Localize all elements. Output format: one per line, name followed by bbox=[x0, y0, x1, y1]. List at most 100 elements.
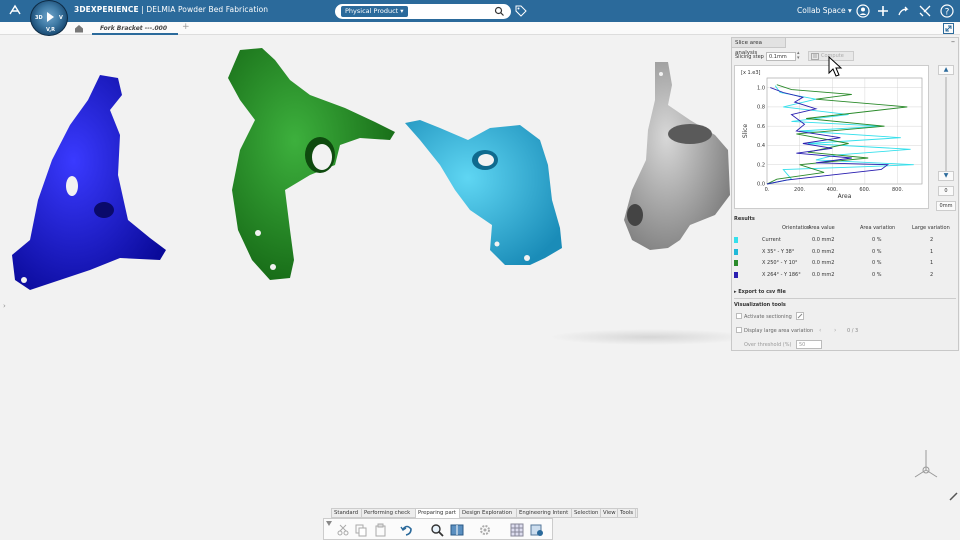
blue-part-hole bbox=[21, 277, 27, 283]
tab-fork-bracket[interactable]: Fork Bracket ---.000 bbox=[92, 23, 178, 35]
scroll-up-button[interactable]: ▲ bbox=[938, 65, 954, 75]
results-row[interactable]: Current 0.0 mm2 0 % 2 bbox=[734, 235, 956, 245]
x-axis-label: Area bbox=[838, 193, 852, 200]
action-tab-engineering-intent[interactable]: Engineering Intent bbox=[517, 509, 572, 518]
action-bar bbox=[323, 518, 553, 540]
results-label: Results bbox=[734, 216, 755, 222]
action-tab-standard[interactable]: Standard bbox=[332, 509, 362, 518]
tag-icon[interactable] bbox=[515, 5, 527, 17]
mouse-cursor-icon bbox=[828, 56, 843, 77]
blue-part-hole bbox=[66, 176, 78, 196]
add-icon[interactable] bbox=[876, 4, 890, 18]
compass-widget[interactable]: 3D V V,R bbox=[30, 0, 68, 36]
scroll-value[interactable]: 0 bbox=[938, 186, 954, 196]
next-variation-button[interactable]: › bbox=[834, 327, 836, 334]
slice-area-analysis-panel: Slice area analysis – Slicing step 0.1mm… bbox=[731, 37, 959, 351]
collab-space-selector[interactable]: Collab Space ▾ bbox=[797, 6, 852, 15]
panel-title: Slice area analysis bbox=[732, 38, 786, 56]
ds-logo-icon[interactable] bbox=[8, 3, 22, 17]
share-icon[interactable] bbox=[897, 4, 911, 18]
results-row[interactable]: X 35° - Y 38° 0.0 mm2 0 % 1 bbox=[734, 247, 956, 257]
action-bar-tabs: Standard Performing check Preparing part De… bbox=[331, 508, 638, 518]
compass-right-label: V bbox=[59, 15, 63, 21]
area-variation-cell: 0 % bbox=[872, 237, 882, 243]
y-tick-label: 0.0 bbox=[757, 182, 765, 188]
col-orientation: Orientation bbox=[782, 225, 811, 231]
activate-sectioning-label: Activate sectioning bbox=[744, 314, 792, 320]
tools-icon[interactable] bbox=[918, 4, 932, 18]
action-tab-preparing-part[interactable]: Preparing part bbox=[416, 509, 460, 518]
col-area-variation: Area variation bbox=[860, 225, 896, 231]
series-color-swatch bbox=[734, 237, 738, 243]
blue-bracket-part[interactable] bbox=[12, 75, 166, 290]
zoom-icon[interactable] bbox=[430, 523, 444, 537]
copy-icon[interactable] bbox=[354, 523, 368, 537]
top-bar: 3DEXPERIENCE | DELMIA Powder Bed Fabrica… bbox=[0, 0, 960, 22]
action-tab-tools[interactable]: Tools bbox=[618, 509, 636, 518]
cyan-bracket-part[interactable] bbox=[405, 120, 562, 265]
panel-minimize-button[interactable]: – bbox=[951, 37, 955, 46]
undo-icon[interactable] bbox=[400, 523, 414, 537]
slicing-step-spinner[interactable]: ▴ ▾ bbox=[797, 51, 800, 61]
grid-analysis-icon[interactable] bbox=[510, 523, 524, 537]
cut-icon[interactable] bbox=[336, 523, 350, 537]
home-icon[interactable] bbox=[74, 24, 84, 33]
scroll-track[interactable] bbox=[945, 77, 947, 171]
scroll-down-button[interactable]: ▼ bbox=[938, 171, 954, 181]
display-large-variation-checkbox[interactable] bbox=[736, 327, 742, 333]
results-row[interactable]: X 264° - Y 186° 0.0 mm2 0 % 2 bbox=[734, 270, 956, 280]
series-color-swatch bbox=[734, 260, 738, 266]
cyan-part-hole bbox=[478, 154, 494, 166]
y-tick-label: 0.4 bbox=[757, 143, 765, 149]
y-tick-label: 0.6 bbox=[757, 124, 765, 130]
area-variation-cell: 0 % bbox=[872, 271, 882, 278]
blue-part-recess bbox=[94, 202, 114, 218]
add-tab-button[interactable]: + bbox=[182, 22, 190, 32]
results-row[interactable]: X 250° - Y 10° 0.0 mm2 0 % 1 bbox=[734, 258, 956, 268]
paste-icon[interactable] bbox=[374, 523, 388, 537]
export-label: Export to csv file bbox=[738, 289, 786, 295]
action-tab-view[interactable]: View bbox=[601, 509, 618, 518]
activate-sectioning-checkbox[interactable] bbox=[736, 313, 742, 319]
search-scope-tag[interactable]: Physical Product ▾ bbox=[341, 6, 408, 17]
axis-triad-icon[interactable] bbox=[914, 450, 938, 478]
action-tab-selection[interactable]: Selection bbox=[572, 509, 601, 518]
y-axis-label: Slice bbox=[742, 124, 749, 138]
over-threshold-input[interactable]: 50 bbox=[796, 340, 822, 349]
help-icon[interactable]: ? bbox=[940, 4, 954, 18]
x-tick-label: 600. bbox=[859, 187, 871, 193]
cyan-part-hole bbox=[524, 255, 530, 261]
search-icon[interactable] bbox=[494, 6, 505, 17]
orientation-cell: X 250° - Y 10° bbox=[762, 260, 798, 266]
compass-bottom-label: V,R bbox=[46, 27, 55, 33]
slicing-step-input[interactable]: 0.1mm bbox=[766, 52, 796, 61]
settings-gear-icon[interactable] bbox=[478, 523, 492, 537]
prev-variation-button[interactable]: ‹ bbox=[819, 327, 821, 334]
over-threshold-label: Over threshold (%) bbox=[744, 342, 792, 348]
series-color-swatch bbox=[734, 271, 738, 278]
area-value-cell: 0.0 mm2 bbox=[812, 271, 835, 278]
area-variation-cell: 0 % bbox=[872, 260, 882, 266]
search-bar[interactable]: Physical Product ▾ bbox=[335, 4, 511, 19]
svg-text:?: ? bbox=[945, 8, 950, 18]
play-icon[interactable] bbox=[45, 11, 55, 23]
slice-analysis-icon[interactable] bbox=[530, 523, 544, 537]
x-tick-label: 800. bbox=[892, 187, 904, 193]
x-tick-label: 200. bbox=[794, 187, 806, 193]
y-tick-label: 0.2 bbox=[757, 162, 765, 168]
catalog-icon[interactable] bbox=[450, 523, 464, 537]
large-variation-cell: 1 bbox=[930, 260, 934, 266]
user-icon[interactable] bbox=[856, 4, 870, 18]
x-tick-label: 400. bbox=[827, 187, 839, 193]
resize-handle-icon[interactable] bbox=[949, 492, 958, 501]
side-expand-icon[interactable]: › bbox=[3, 302, 6, 310]
area-variation-cell: 0 % bbox=[872, 248, 882, 255]
expand-icon[interactable] bbox=[943, 23, 954, 34]
compute-icon bbox=[811, 53, 819, 60]
large-variation-cell: 1 bbox=[930, 248, 934, 255]
action-tab-design-exploration[interactable]: Design Exploration bbox=[460, 509, 517, 518]
sectioning-icon[interactable] bbox=[796, 312, 804, 320]
collapse-icon[interactable] bbox=[326, 521, 332, 526]
action-tab-performing-check[interactable]: Performing check bbox=[362, 509, 416, 518]
export-csv-link[interactable]: ▸ Export to csv file bbox=[734, 289, 786, 295]
